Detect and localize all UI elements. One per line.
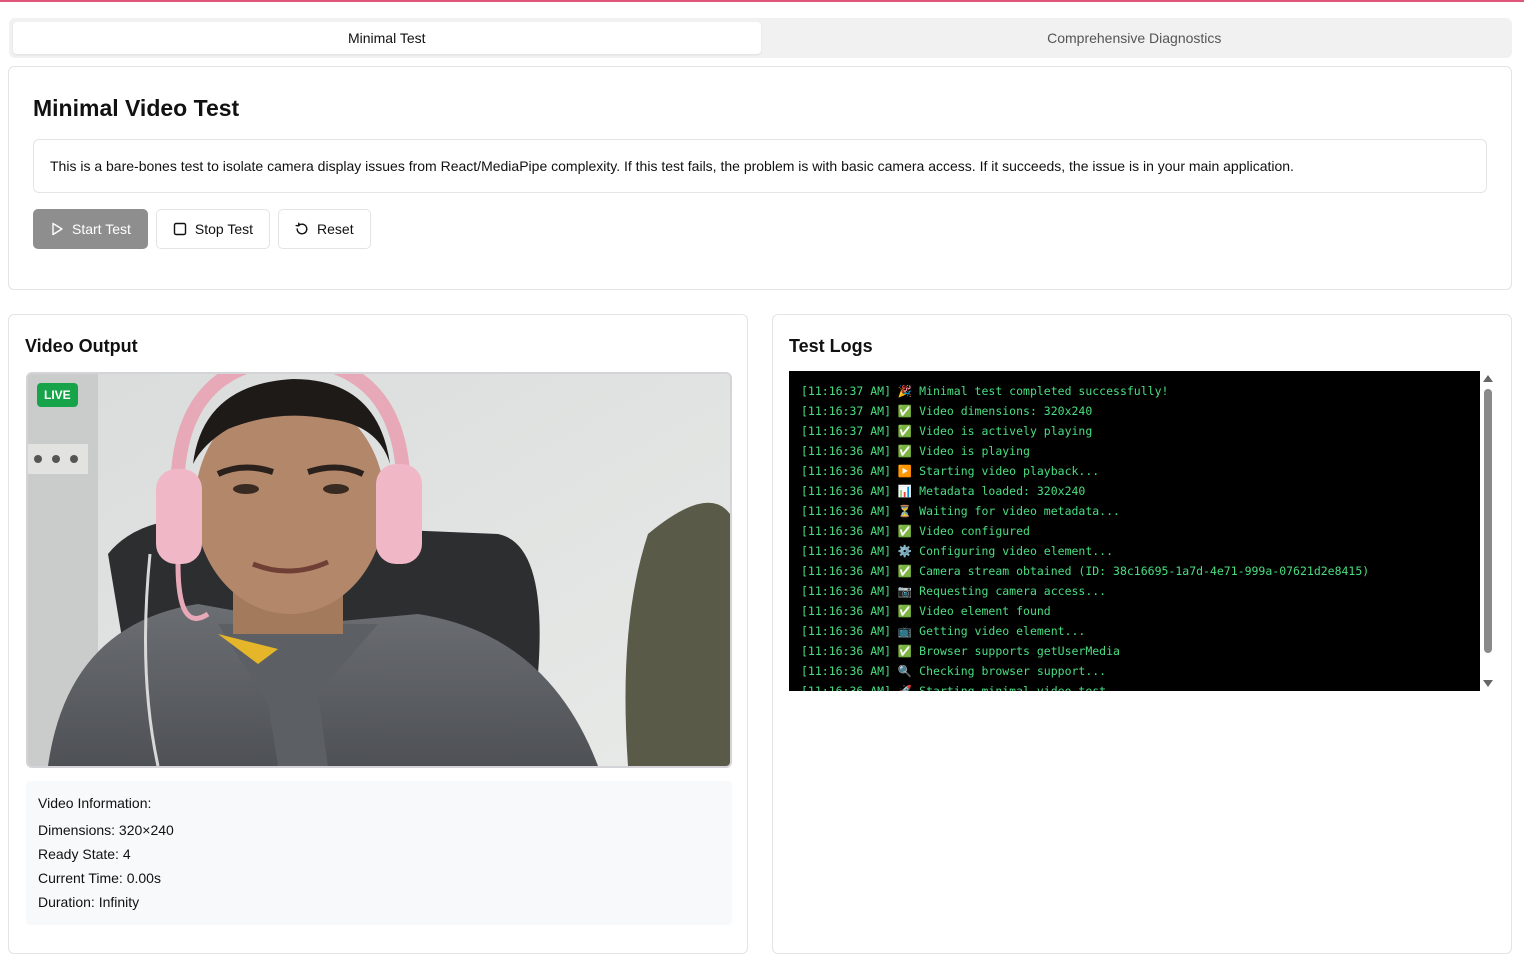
log-line: [11:16:37 AM] ✅ Video is actively playin…: [801, 424, 1093, 438]
video-info-title: Video Information:: [38, 795, 152, 811]
control-buttons: Start Test Stop Test Reset: [33, 209, 371, 249]
scroll-thumb[interactable]: [1484, 389, 1492, 653]
camera-feed-image: [28, 374, 730, 766]
scroll-down-arrow-icon[interactable]: [1483, 680, 1493, 687]
log-line: [11:16:36 AM] ✅ Browser supports getUser…: [801, 644, 1120, 658]
video-current-time: Current Time: 0.00s: [38, 870, 161, 886]
video-ready-state: Ready State: 4: [38, 846, 131, 862]
start-test-button[interactable]: Start Test: [33, 209, 148, 249]
log-line: [11:16:37 AM] 🎉 Minimal test completed s…: [801, 384, 1169, 398]
test-logs-card: Test Logs [11:16:37 AM] 🎉 Minimal test c…: [772, 314, 1512, 954]
video-dimensions: Dimensions: 320×240: [38, 822, 174, 838]
log-line: [11:16:36 AM] ⏳ Waiting for video metada…: [801, 504, 1120, 518]
reset-label: Reset: [317, 221, 354, 237]
stop-test-button[interactable]: Stop Test: [155, 209, 271, 249]
log-console[interactable]: [11:16:37 AM] 🎉 Minimal test completed s…: [789, 371, 1480, 691]
log-scrollbar[interactable]: [1481, 371, 1495, 691]
video-player[interactable]: LIVE: [26, 372, 732, 768]
log-line: [11:16:36 AM] ✅ Video configured: [801, 524, 1030, 538]
description-text: This is a bare-bones test to isolate cam…: [50, 158, 1294, 174]
description-box: This is a bare-bones test to isolate cam…: [33, 139, 1487, 193]
video-output-card: Video Output LIVE Video Information: Dim…: [8, 314, 748, 954]
log-line: [11:16:36 AM] 📺 Getting video element...: [801, 624, 1086, 638]
log-line: [11:16:36 AM] ✅ Camera stream obtained (…: [801, 564, 1370, 578]
video-duration: Duration: Infinity: [38, 894, 140, 910]
page-title: Minimal Video Test: [33, 95, 240, 121]
stop-test-label: Stop Test: [194, 221, 254, 237]
live-badge: LIVE: [37, 383, 78, 407]
log-line: [11:16:36 AM] ✅ Video element found: [801, 604, 1051, 618]
start-test-label: Start Test: [72, 221, 131, 237]
log-line: [11:16:36 AM] 📊 Metadata loaded: 320x240: [801, 484, 1086, 498]
square-icon: [173, 222, 187, 236]
reset-button[interactable]: Reset: [278, 209, 371, 249]
minimal-test-card: Minimal Video Test This is a bare-bones …: [8, 66, 1512, 290]
log-line: [11:16:36 AM] ⚙️ Configuring video eleme…: [801, 544, 1114, 558]
top-accent-bar: [0, 0, 1524, 2]
log-line: [11:16:36 AM] 📷 Requesting camera access…: [801, 584, 1107, 598]
play-icon: [52, 222, 63, 236]
test-logs-title: Test Logs: [789, 336, 873, 356]
log-line: [11:16:37 AM] ✅ Video dimensions: 320x24…: [801, 404, 1093, 418]
video-output-title: Video Output: [25, 336, 138, 356]
log-line: [11:16:36 AM] ▶️ Starting video playback…: [801, 464, 1100, 478]
tab-bar: Minimal Test Comprehensive Diagnostics: [9, 18, 1512, 58]
log-line: [11:16:36 AM] ✅ Video is playing: [801, 444, 1030, 458]
video-information-panel: Video Information: Dimensions: 320×240 R…: [26, 781, 732, 925]
tab-minimal-test[interactable]: Minimal Test: [13, 22, 761, 54]
log-line: [11:16:36 AM] 🔍 Checking browser support…: [801, 664, 1107, 678]
tab-comprehensive-diagnostics[interactable]: Comprehensive Diagnostics: [761, 22, 1509, 54]
scroll-up-arrow-icon[interactable]: [1483, 375, 1493, 382]
log-line: [11:16:36 AM] 🚀 Starting minimal video t…: [801, 684, 1127, 691]
rotate-ccw-icon: [295, 222, 308, 235]
